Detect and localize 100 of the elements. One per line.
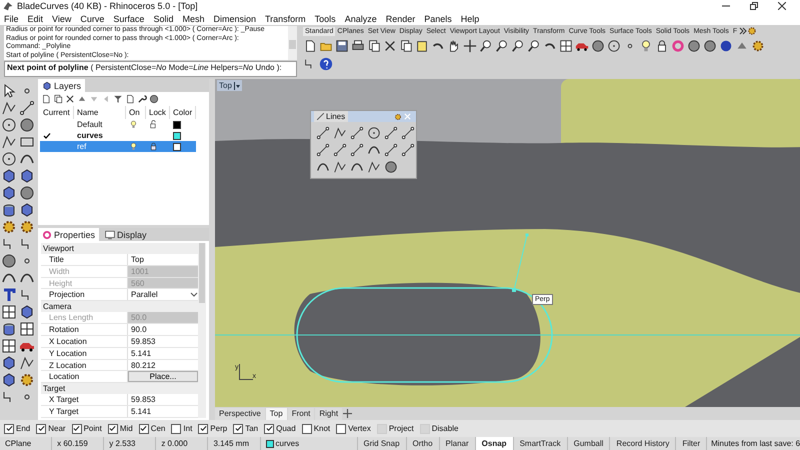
- lightbulb-icon[interactable]: [129, 142, 138, 151]
- checkbox-label[interactable]: Knot: [314, 424, 330, 433]
- status-pane-button[interactable]: Osnap: [476, 437, 514, 450]
- viewport-tab[interactable]: Front: [288, 408, 314, 420]
- cube-icon[interactable]: [19, 304, 35, 320]
- printer-icon[interactable]: [351, 39, 365, 53]
- viewport-tab[interactable]: Perspective: [215, 408, 265, 420]
- checkbox[interactable]: [302, 424, 312, 434]
- viewport-tab[interactable]: Right: [315, 408, 342, 420]
- status-pane-button[interactable]: Filter: [676, 437, 708, 450]
- lightbulb-icon[interactable]: [129, 120, 138, 129]
- color-swatch[interactable]: [173, 132, 181, 140]
- panel-tab[interactable]: Layers: [38, 79, 86, 92]
- scrollbar[interactable]: [288, 26, 297, 60]
- color-wheel-icon[interactable]: [671, 39, 685, 53]
- polyline-icon[interactable]: [367, 160, 381, 174]
- color-swatch[interactable]: [173, 142, 181, 150]
- cross-arrows-icon[interactable]: [463, 39, 477, 53]
- help-icon[interactable]: [319, 57, 333, 71]
- checkbox-label[interactable]: Perp: [210, 424, 228, 433]
- sphere-icon[interactable]: [1, 253, 17, 269]
- checkbox[interactable]: [72, 424, 82, 434]
- close-icon[interactable]: [778, 2, 786, 10]
- circle-icon[interactable]: [367, 126, 381, 140]
- menu-item[interactable]: Mesh: [182, 14, 204, 24]
- open-padlock-icon[interactable]: [149, 120, 158, 129]
- layer-indicator[interactable]: curves: [260, 437, 358, 450]
- checkbox-label[interactable]: End: [16, 424, 30, 433]
- clipboard-icon[interactable]: [415, 39, 429, 53]
- checkbox[interactable]: [36, 424, 46, 434]
- menu-item[interactable]: Render: [386, 14, 416, 24]
- menu-item[interactable]: File: [4, 14, 19, 24]
- gear-icon[interactable]: [747, 26, 758, 36]
- polyline-icon[interactable]: [1, 134, 17, 150]
- document-icon[interactable]: [303, 39, 317, 53]
- copy-icon[interactable]: [399, 39, 413, 53]
- status-pane-button[interactable]: Record History: [610, 437, 676, 450]
- status-pane-button[interactable]: Ortho: [406, 437, 440, 450]
- line-icon[interactable]: [19, 100, 35, 116]
- checkbox[interactable]: [198, 424, 208, 434]
- circle-icon[interactable]: [1, 151, 17, 167]
- copy-icon[interactable]: [53, 94, 63, 104]
- menu-item[interactable]: View: [52, 14, 72, 24]
- sphere-icon[interactable]: [19, 117, 35, 133]
- line-icon[interactable]: [384, 126, 398, 140]
- polyline-icon[interactable]: [1, 100, 17, 116]
- checkbox-label[interactable]: Cen: [150, 424, 166, 433]
- column-header[interactable]: Current: [40, 106, 74, 119]
- menu-item[interactable]: Analyze: [344, 14, 377, 24]
- copy-icon[interactable]: [367, 39, 381, 53]
- sphere-icon[interactable]: [687, 39, 701, 53]
- status-pane-button[interactable]: Grid Snap: [358, 437, 407, 450]
- x-icon[interactable]: [383, 39, 397, 53]
- line-icon[interactable]: [316, 143, 330, 157]
- column-header[interactable]: Color: [170, 106, 196, 119]
- padlock-icon[interactable]: [149, 142, 158, 151]
- command-prompt-field[interactable]: Next point of polyline ( PersistentClose=No Mode=Line Helpers=No Undo ):: [4, 61, 297, 77]
- cylinder-icon[interactable]: [1, 321, 17, 337]
- magnifier-icon[interactable]: [495, 39, 509, 53]
- menu-item[interactable]: Edit: [28, 14, 44, 24]
- checkbox[interactable]: [171, 424, 182, 434]
- glossy-sphere-icon[interactable]: [719, 39, 733, 53]
- lightbulb-icon[interactable]: [639, 39, 653, 53]
- column-header[interactable]: Name: [74, 106, 126, 119]
- save-icon[interactable]: [335, 39, 349, 53]
- status-pane-button[interactable]: Gumball: [568, 437, 610, 450]
- sphere-icon[interactable]: [591, 39, 605, 53]
- filter-icon[interactable]: [113, 94, 123, 104]
- sphere-icon[interactable]: [19, 185, 35, 201]
- cube-icon[interactable]: [1, 355, 17, 371]
- status-pane-button[interactable]: SmartTrack: [514, 437, 568, 450]
- menu-item[interactable]: Dimension: [213, 14, 256, 24]
- gear-icon[interactable]: [751, 39, 765, 53]
- grid-icon[interactable]: [19, 321, 35, 337]
- document-icon[interactable]: [41, 94, 51, 104]
- line-icon[interactable]: [350, 126, 364, 140]
- panel-tab[interactable]: Properties: [38, 228, 100, 241]
- menu-item[interactable]: Tools: [314, 14, 336, 24]
- sphere-icon[interactable]: [703, 39, 717, 53]
- gear-icon[interactable]: [1, 219, 17, 235]
- magnifier-icon[interactable]: [527, 39, 541, 53]
- circle-icon[interactable]: [1, 117, 17, 133]
- cube-icon[interactable]: [1, 168, 17, 184]
- magnifier-icon[interactable]: [511, 39, 525, 53]
- checkbox[interactable]: [4, 424, 14, 434]
- sphere-icon[interactable]: [384, 160, 398, 174]
- grid-icon[interactable]: [1, 338, 17, 354]
- column-header[interactable]: Lock: [146, 106, 170, 119]
- polyline-icon[interactable]: [19, 355, 35, 371]
- gear-icon[interactable]: [394, 112, 402, 120]
- double-chevron-icon[interactable]: [739, 27, 748, 35]
- magnifier-icon[interactable]: [479, 39, 493, 53]
- menu-item[interactable]: Help: [460, 14, 480, 24]
- checkbox-label[interactable]: Int: [183, 424, 192, 433]
- cylinder-icon[interactable]: [1, 202, 17, 218]
- checkbox-label[interactable]: Near: [48, 424, 66, 433]
- line-icon[interactable]: [316, 126, 330, 140]
- menu-item[interactable]: Curve: [80, 14, 104, 24]
- column-header[interactable]: On: [126, 106, 146, 119]
- panel-tab[interactable]: Display: [101, 228, 151, 241]
